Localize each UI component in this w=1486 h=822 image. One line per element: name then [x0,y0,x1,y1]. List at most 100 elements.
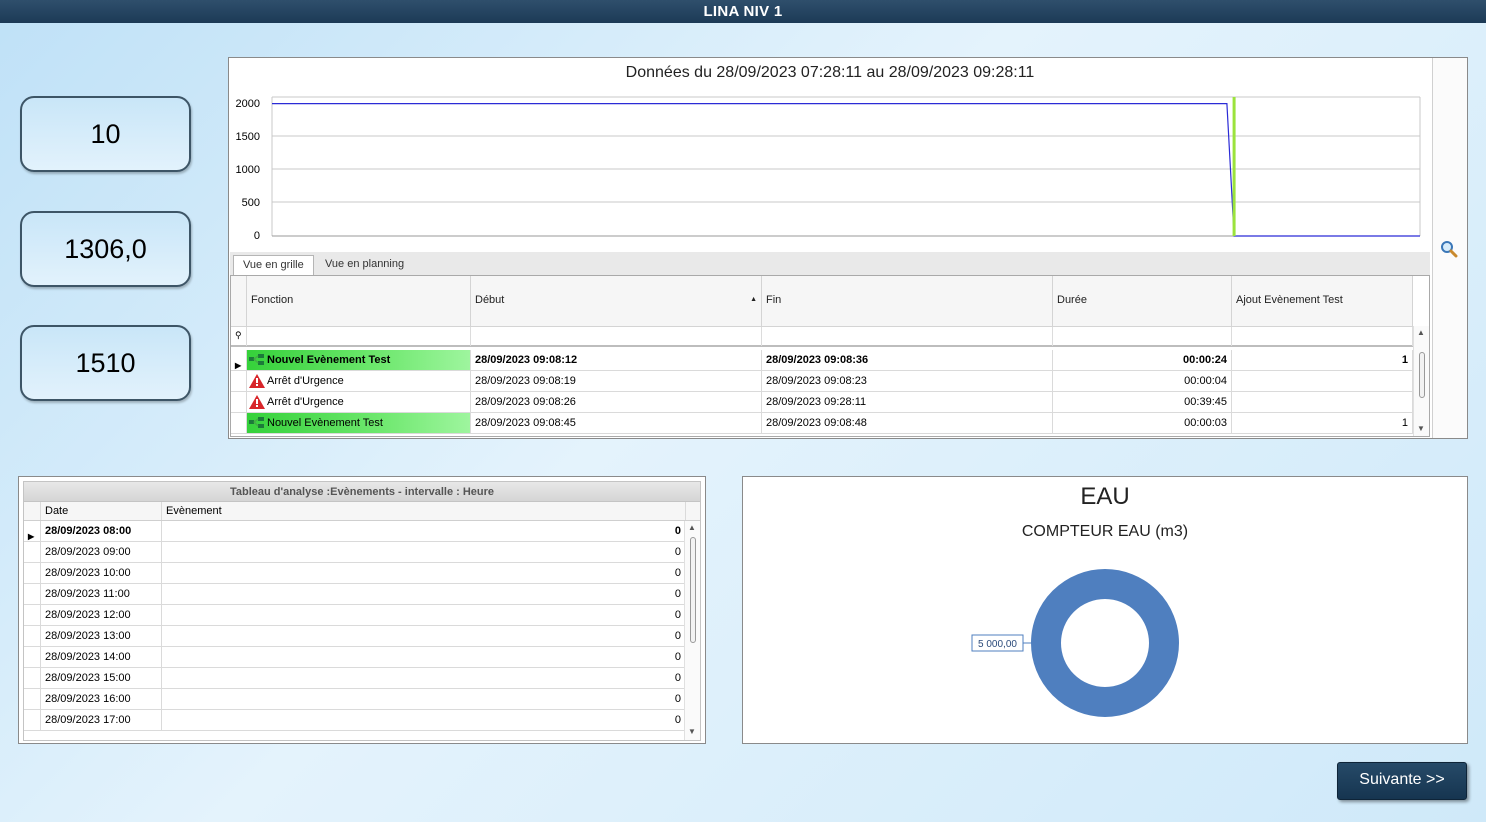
table-row[interactable]: 28/09/2023 12:00 0 [24,605,686,626]
magnifier-icon[interactable] [1440,240,1458,258]
filter-cell-fin[interactable] [762,327,1053,346]
fonction-cell: Arrêt d'Urgence [247,392,471,412]
sort-ascending-icon: ▲ [750,296,757,303]
table-row[interactable]: 28/09/2023 14:00 0 [24,647,686,668]
row-indicator [24,563,41,583]
donut-slice [1031,569,1179,717]
table-row[interactable]: Nouvel Evènement Test 28/09/2023 09:08:4… [231,413,1414,434]
analysis-scrollbar[interactable]: ▲ ▼ [684,521,700,740]
analysis-panel: Tableau d'analyse :Evènements - interval… [18,476,706,744]
column-header-debut-label: Début [475,294,505,306]
events-scrollbar[interactable]: ▲ ▼ [1413,326,1429,436]
date-cell: 28/09/2023 17:00 [41,710,162,730]
column-header-ajout[interactable]: Ajout Evènement Test [1232,276,1413,326]
column-header-fonction[interactable]: Fonction [247,276,471,326]
analysis-title: Tableau d'analyse :Evènements - interval… [23,481,701,502]
eau-panel: EAU COMPTEUR EAU (m3) 5 000,00 [742,476,1468,744]
fin-cell: 28/09/2023 09:28:11 [762,392,1053,412]
filter-icon[interactable]: ⚲ [231,327,247,346]
table-row[interactable]: 28/09/2023 17:00 0 [24,710,686,731]
next-button[interactable]: Suivante >> [1337,762,1467,800]
table-row[interactable]: 28/09/2023 15:00 0 [24,668,686,689]
date-cell: 28/09/2023 08:00 [41,521,162,541]
evenement-cell: 0 [162,689,686,709]
fonction-cell: Nouvel Evènement Test [247,350,471,370]
evenement-cell: 0 [162,626,686,646]
date-cell: 28/09/2023 10:00 [41,563,162,583]
evenement-cell: 0 [162,668,686,688]
analysis-header: Date Evènement [24,502,700,521]
date-cell: 28/09/2023 12:00 [41,605,162,625]
duree-cell: 00:39:45 [1053,392,1232,412]
kpi-box-2: 1306,0 [20,211,191,287]
warning-icon [249,395,265,409]
column-header-fin[interactable]: Fin [762,276,1053,326]
row-indicator-header [231,276,247,326]
debut-cell: 28/09/2023 09:08:45 [471,413,762,433]
duree-cell: 00:00:04 [1053,371,1232,391]
filter-cell-ajout[interactable] [1232,327,1413,346]
row-indicator [24,647,41,667]
kpi-box-1: 10 [20,96,191,172]
kpi-box-3: 1510 [20,325,191,401]
date-cell: 28/09/2023 13:00 [41,626,162,646]
table-row[interactable]: 28/09/2023 10:00 0 [24,563,686,584]
evenement-cell: 0 [162,521,686,541]
row-indicator [231,371,247,391]
tab-vue-en-grille[interactable]: Vue en grille [233,255,314,276]
column-header-evenement[interactable]: Evènement [162,502,686,520]
y-tick-label: 0 [254,230,260,242]
y-tick-label: 2000 [236,98,260,110]
column-header-debut[interactable]: Début ▲ [471,276,762,326]
scroll-up-arrow: ▲ [688,523,696,532]
tab-vue-en-planning[interactable]: Vue en planning [316,255,413,276]
date-cell: 28/09/2023 15:00 [41,668,162,688]
debut-cell: 28/09/2023 09:08:19 [471,371,762,391]
date-cell: 28/09/2023 11:00 [41,584,162,604]
evenement-cell: 0 [162,584,686,604]
table-row[interactable]: ▶ 28/09/2023 08:00 0 [24,521,686,542]
fonction-label: Arrêt d'Urgence [267,396,344,408]
filter-cell-fonction[interactable] [247,327,471,346]
row-indicator: ▶ [231,350,247,370]
table-row[interactable]: 28/09/2023 11:00 0 [24,584,686,605]
debut-cell: 28/09/2023 09:08:26 [471,392,762,412]
row-indicator [231,392,247,412]
column-header-duree[interactable]: Durée [1053,276,1232,326]
date-cell: 28/09/2023 14:00 [41,647,162,667]
fonction-cell: Arrêt d'Urgence [247,371,471,391]
scroll-thumb[interactable] [690,537,696,643]
column-header-date[interactable]: Date [41,502,162,520]
table-row[interactable]: 28/09/2023 09:00 0 [24,542,686,563]
fonction-cell: Nouvel Evènement Test [247,413,471,433]
eau-donut-chart: 5 000,00 [971,569,1179,717]
scroll-thumb[interactable] [1419,352,1425,398]
analysis-grid: Date Evènement ▶ 28/09/2023 08:00 0 28/09/2… [23,502,701,741]
duree-cell: 00:00:24 [1053,350,1232,370]
table-row[interactable]: Arrêt d'Urgence 28/09/2023 09:08:19 28/0… [231,371,1414,392]
fin-cell: 28/09/2023 09:08:48 [762,413,1053,433]
filter-cell-duree[interactable] [1053,327,1232,346]
event-test-icon [249,354,264,365]
row-indicator [24,710,41,730]
table-row[interactable]: Arrêt d'Urgence 28/09/2023 09:08:26 28/0… [231,392,1414,413]
evenement-cell: 0 [162,647,686,667]
row-indicator-header [24,502,41,520]
donut-value-label: 5 000,00 [978,639,1017,650]
events-grid: Fonction Début ▲ Fin Durée Ajout Evèneme… [230,275,1430,437]
scroll-down-arrow: ▼ [1417,424,1425,433]
ajout-cell [1232,371,1413,391]
row-indicator [24,689,41,709]
scroll-up-arrow: ▲ [1417,328,1425,337]
y-tick-label: 1500 [236,131,260,143]
table-row[interactable]: ▶ Nouvel Evènement Test 28/09/2023 09:08… [231,350,1414,371]
table-row[interactable]: 28/09/2023 13:00 0 [24,626,686,647]
table-row[interactable]: 28/09/2023 16:00 0 [24,689,686,710]
fin-cell: 28/09/2023 09:08:23 [762,371,1053,391]
warning-icon [249,374,265,388]
evenement-cell: 0 [162,710,686,730]
row-indicator [24,668,41,688]
trend-chart: 2000 1500 1000 500 0 [236,96,1421,242]
filter-cell-debut[interactable] [471,327,762,346]
window-title: LINA NIV 1 [0,0,1486,23]
